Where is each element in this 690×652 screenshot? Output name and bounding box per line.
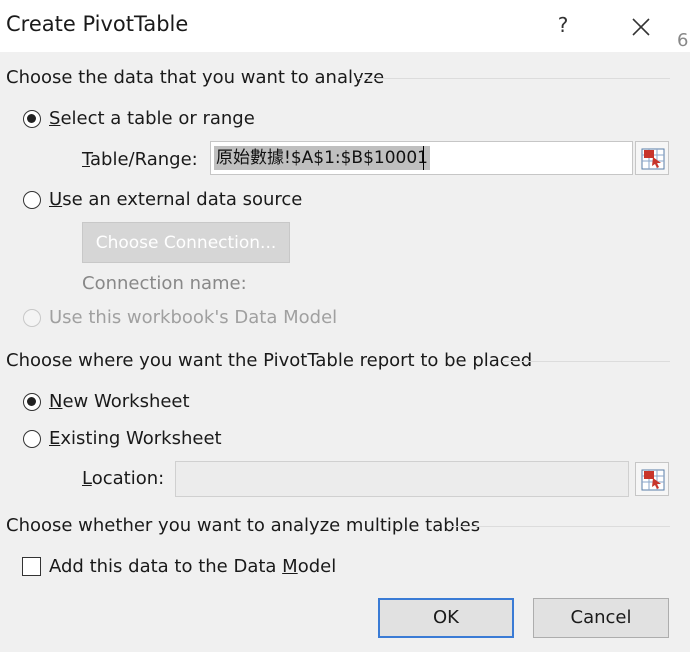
select-table-label[interactable]: Select a table or range (49, 108, 255, 129)
add-to-data-model-checkbox[interactable] (22, 557, 41, 576)
existing-worksheet-label[interactable]: Existing Worksheet (49, 428, 222, 449)
connection-name-label: Connection name: (82, 273, 247, 294)
existing-worksheet-text: xisting Worksheet (60, 428, 222, 449)
add-to-data-model-label[interactable]: Add this data to the Data Model (49, 556, 336, 577)
add-to-data-model-text-end: odel (297, 556, 337, 577)
range-picker-icon (641, 469, 665, 491)
table-range-label: Table/Range: (82, 149, 198, 170)
range-picker-icon (641, 148, 665, 170)
analyze-section-heading: Choose the data that you want to analyze (6, 67, 385, 88)
dialog-titlebar: Create PivotTable ? (0, 0, 690, 52)
existing-worksheet-radio[interactable] (23, 430, 41, 448)
section-divider (449, 526, 670, 527)
multiple-tables-heading: Choose whether you want to analyze multi… (6, 515, 481, 536)
help-button[interactable]: ? (548, 10, 578, 40)
table-range-text: able/Range: (90, 149, 198, 170)
location-input[interactable] (175, 461, 629, 497)
text-caret (423, 146, 424, 170)
new-worksheet-label[interactable]: New Worksheet (49, 391, 190, 412)
section-divider (357, 78, 670, 79)
select-table-radio[interactable] (23, 110, 41, 128)
new-worksheet-radio[interactable] (23, 393, 41, 411)
background-sheet-glyph: 6 (677, 30, 689, 51)
external-source-label[interactable]: Use an external data source (49, 189, 302, 210)
new-worksheet-text: ew Worksheet (62, 391, 190, 412)
location-text: ocation: (91, 468, 165, 489)
table-range-input[interactable]: 原始數據!$A$1:$B$10001 (210, 141, 633, 175)
table-range-accesskey: T (82, 149, 91, 170)
add-to-data-model-text: Add this data to the Data (49, 556, 283, 577)
dialog-title: Create PivotTable (6, 12, 189, 36)
select-table-text: elect a table or range (60, 108, 255, 129)
external-source-radio[interactable] (23, 191, 41, 209)
close-icon (632, 18, 650, 36)
table-range-value: 原始數據!$A$1:$B$10001 (214, 146, 430, 170)
cancel-button[interactable]: Cancel (533, 598, 669, 638)
data-model-label: Use this workbook's Data Model (49, 307, 338, 328)
location-label: Location: (82, 468, 164, 489)
location-accesskey: L (82, 468, 92, 489)
select-table-accesskey: S (49, 108, 61, 129)
new-worksheet-accesskey: N (49, 391, 63, 412)
ok-button[interactable]: OK (378, 598, 514, 638)
external-source-text: se an external data source (62, 189, 303, 210)
external-source-accesskey: U (49, 189, 63, 210)
location-picker-button[interactable] (635, 462, 669, 496)
choose-connection-button[interactable]: Choose Connection... (82, 222, 290, 263)
add-to-data-model-accesskey: M (282, 556, 298, 577)
range-picker-button[interactable] (635, 141, 669, 175)
data-model-radio[interactable] (23, 309, 41, 327)
placement-section-heading: Choose where you want the PivotTable rep… (6, 350, 533, 371)
existing-worksheet-accesskey: E (49, 428, 61, 449)
section-divider (502, 361, 670, 362)
close-button[interactable] (624, 10, 658, 44)
